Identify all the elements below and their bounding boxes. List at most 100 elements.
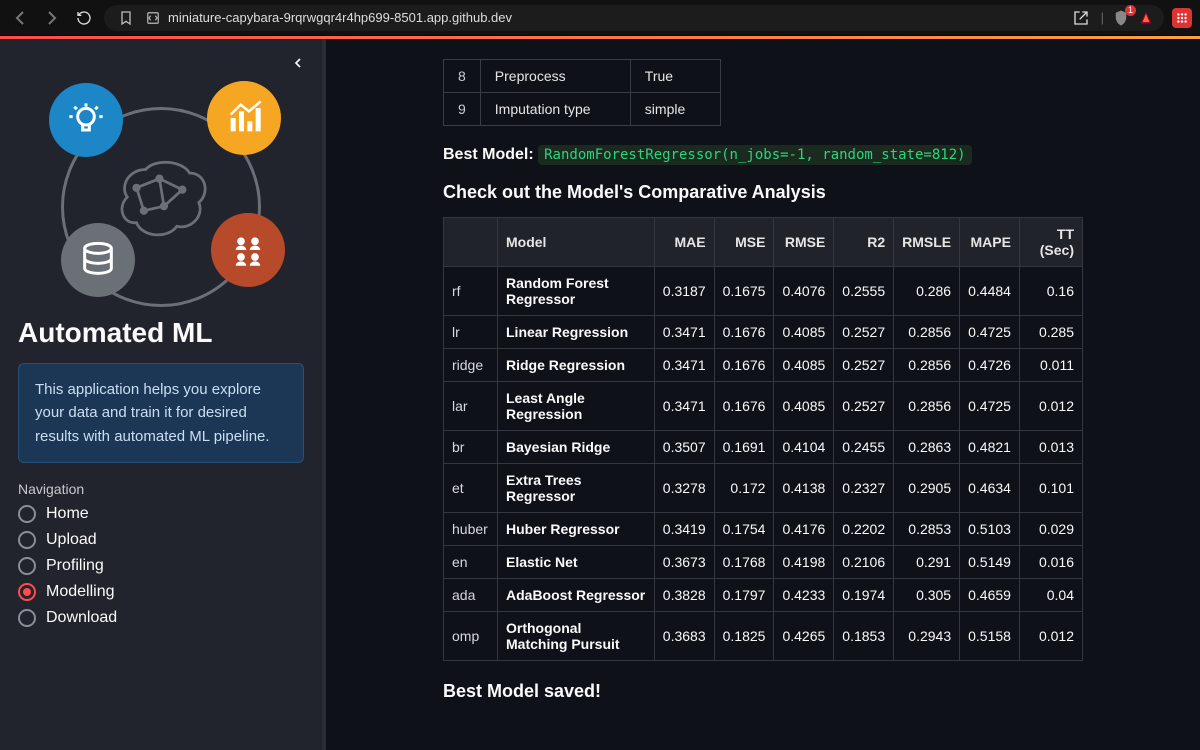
main-content[interactable]: 8PreprocessTrue9Imputation typesimple Be… [326, 39, 1200, 750]
model-metric: 0.3673 [654, 546, 714, 579]
bookmark-icon[interactable] [114, 6, 138, 30]
model-row: adaAdaBoost Regressor0.38280.17970.42330… [444, 579, 1083, 612]
extension-icon[interactable] [1172, 8, 1192, 28]
model-metric: 0.4085 [774, 316, 834, 349]
app-title: Automated ML [18, 317, 304, 349]
model-metric: 0.16 [1019, 267, 1082, 316]
url-text: miniature-capybara-9rqrwgqr4r4hp699-8501… [168, 10, 512, 25]
model-row: ompOrthogonal Matching Pursuit0.36830.18… [444, 612, 1083, 661]
collapse-sidebar-button[interactable] [284, 49, 312, 77]
model-metric: 0.4233 [774, 579, 834, 612]
model-metric: 0.1768 [714, 546, 774, 579]
model-metric: 0.1797 [714, 579, 774, 612]
nav-item-modelling[interactable]: Modelling [18, 583, 304, 601]
radio-dot [18, 557, 36, 575]
model-metric: 0.2527 [834, 349, 894, 382]
model-name: Bayesian Ridge [498, 431, 655, 464]
radio-dot [18, 531, 36, 549]
setup-val: simple [630, 93, 720, 126]
nav-item-upload[interactable]: Upload [18, 531, 304, 549]
model-metric: 0.012 [1019, 612, 1082, 661]
model-metric: 0.1676 [714, 382, 774, 431]
model-metric: 0.5158 [960, 612, 1020, 661]
best-model-line: Best Model: RandomForestRegressor(n_jobs… [443, 146, 1083, 164]
models-col-header: MAE [654, 218, 714, 267]
model-metric: 0.2555 [834, 267, 894, 316]
chart-icon [207, 81, 281, 155]
model-key: rf [444, 267, 498, 316]
model-metric: 0.2327 [834, 464, 894, 513]
model-metric: 0.3683 [654, 612, 714, 661]
model-metric: 0.4725 [960, 382, 1020, 431]
model-row: larLeast Angle Regression0.34710.16760.4… [444, 382, 1083, 431]
forward-button[interactable] [40, 6, 64, 30]
nav-heading: Navigation [18, 481, 304, 497]
model-name: Elastic Net [498, 546, 655, 579]
setup-val: True [630, 60, 720, 93]
model-metric: 0.4104 [774, 431, 834, 464]
best-model-label: Best Model: [443, 146, 534, 163]
model-metric: 0.5103 [960, 513, 1020, 546]
model-metric: 0.1691 [714, 431, 774, 464]
model-metric: 0.4725 [960, 316, 1020, 349]
models-col-header [444, 218, 498, 267]
model-metric: 0.4726 [960, 349, 1020, 382]
model-metric: 0.4198 [774, 546, 834, 579]
nav-radio-group: Home Upload Profiling Modelling Download [18, 505, 304, 627]
model-row: huberHuber Regressor0.34190.17540.41760.… [444, 513, 1083, 546]
model-metric: 0.1676 [714, 349, 774, 382]
model-metric: 0.3187 [654, 267, 714, 316]
share-icon[interactable] [1069, 6, 1093, 30]
model-metric: 0.3471 [654, 382, 714, 431]
model-metric: 0.4076 [774, 267, 834, 316]
model-metric: 0.4138 [774, 464, 834, 513]
codespace-icon [146, 11, 160, 25]
model-row: brBayesian Ridge0.35070.16910.41040.2455… [444, 431, 1083, 464]
address-bar[interactable]: miniature-capybara-9rqrwgqr4r4hp699-8501… [104, 5, 1164, 31]
model-name: Extra Trees Regressor [498, 464, 655, 513]
brave-shield-icon[interactable]: 1 [1112, 9, 1130, 27]
model-name: Linear Regression [498, 316, 655, 349]
model-metric: 0.029 [1019, 513, 1082, 546]
setup-table: 8PreprocessTrue9Imputation typesimple [443, 59, 721, 126]
hero-graphic [31, 77, 291, 297]
models-col-header: R2 [834, 218, 894, 267]
model-metric: 0.4085 [774, 349, 834, 382]
model-metric: 0.4484 [960, 267, 1020, 316]
best-model-code: RandomForestRegressor(n_jobs=-1, random_… [538, 145, 971, 165]
model-metric: 0.2527 [834, 382, 894, 431]
reload-button[interactable] [72, 6, 96, 30]
models-col-header: RMSLE [894, 218, 960, 267]
model-metric: 0.4176 [774, 513, 834, 546]
model-metric: 0.291 [894, 546, 960, 579]
model-metric: 0.286 [894, 267, 960, 316]
model-metric: 0.285 [1019, 316, 1082, 349]
models-col-header: Model [498, 218, 655, 267]
model-metric: 0.4634 [960, 464, 1020, 513]
model-metric: 0.3278 [654, 464, 714, 513]
model-metric: 0.2527 [834, 316, 894, 349]
model-name: Orthogonal Matching Pursuit [498, 612, 655, 661]
model-metric: 0.4265 [774, 612, 834, 661]
team-icon [211, 213, 285, 287]
back-button[interactable] [8, 6, 32, 30]
model-metric: 0.1974 [834, 579, 894, 612]
nav-item-label: Profiling [46, 557, 104, 575]
model-metric: 0.2106 [834, 546, 894, 579]
database-icon [61, 223, 135, 297]
model-metric: 0.4659 [960, 579, 1020, 612]
model-row: etExtra Trees Regressor0.32780.1720.4138… [444, 464, 1083, 513]
model-metric: 0.3471 [654, 349, 714, 382]
model-name: Least Angle Regression [498, 382, 655, 431]
nav-item-download[interactable]: Download [18, 609, 304, 627]
nav-item-home[interactable]: Home [18, 505, 304, 523]
info-box: This application helps you explore your … [18, 363, 304, 463]
nav-item-profiling[interactable]: Profiling [18, 557, 304, 575]
analysis-heading: Check out the Model's Comparative Analys… [443, 182, 1083, 203]
sidebar: Automated ML This application helps you … [0, 39, 322, 750]
model-metric: 0.4085 [774, 382, 834, 431]
brave-logo-icon[interactable] [1138, 10, 1154, 26]
model-metric: 0.011 [1019, 349, 1082, 382]
model-key: en [444, 546, 498, 579]
model-metric: 0.2856 [894, 349, 960, 382]
